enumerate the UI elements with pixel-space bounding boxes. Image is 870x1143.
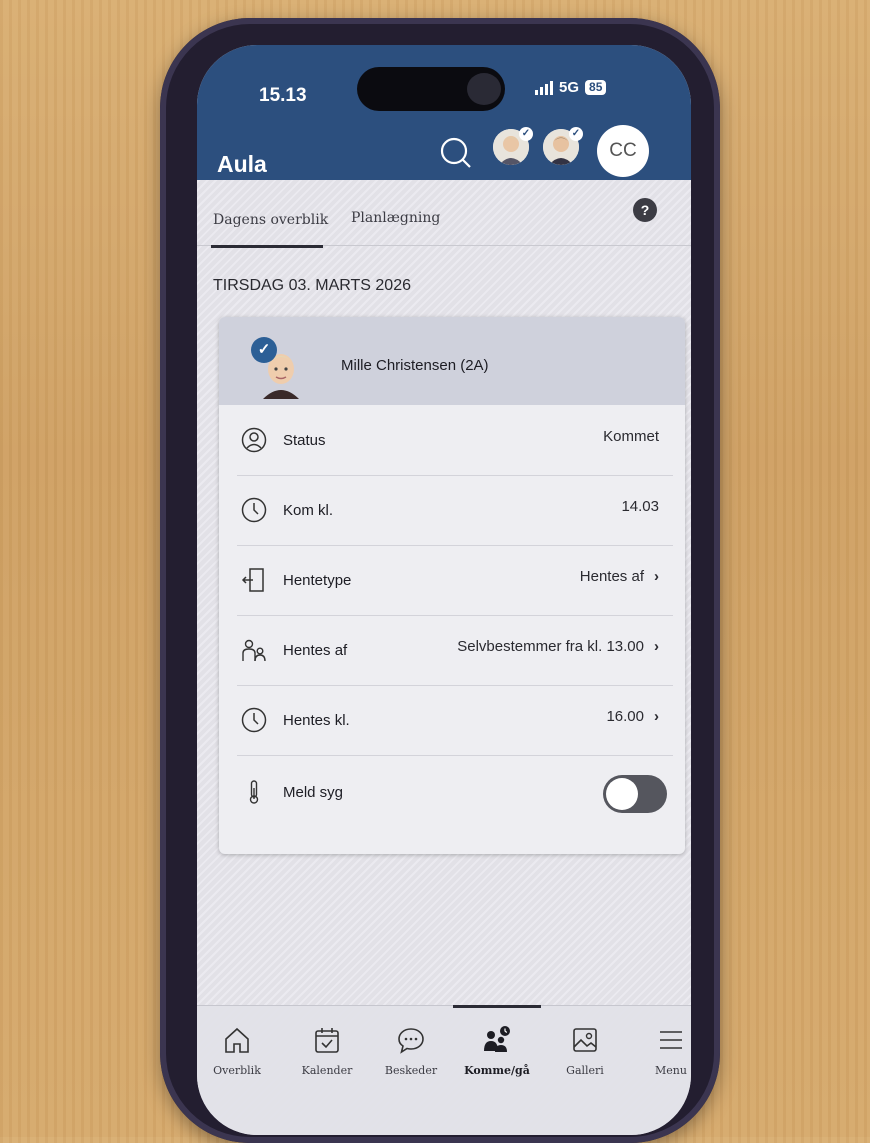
row-label: Kom kl. bbox=[283, 502, 334, 519]
row-label: Hentes af bbox=[283, 642, 348, 659]
status-time: 15.13 bbox=[259, 85, 307, 106]
child-header[interactable]: ✓ Mille Christensen (2A) bbox=[219, 317, 685, 405]
meld-syg-toggle[interactable] bbox=[603, 775, 667, 813]
help-button[interactable]: ? bbox=[633, 198, 657, 222]
nav-label: Galleri bbox=[566, 1064, 604, 1077]
toggle-knob bbox=[606, 778, 638, 810]
menu-icon bbox=[660, 1031, 682, 1049]
home-icon bbox=[225, 1027, 249, 1053]
row-value-with-chevron: Hentes af › bbox=[580, 568, 659, 585]
nav-label: Overblik bbox=[213, 1064, 261, 1077]
tab-planlaegning[interactable]: Planlægning bbox=[351, 210, 440, 226]
calendar-icon bbox=[315, 1028, 339, 1053]
row-value-with-chevron: Selvbestemmer fra kl. 13.00 › bbox=[457, 638, 659, 655]
child-name: Mille Christensen (2A) bbox=[341, 357, 489, 374]
chat-bubble-icon bbox=[398, 1028, 424, 1054]
app-header: 15.13 5G 85 Aula ✓ ✓ CC bbox=[197, 45, 691, 180]
row-meld-syg: Meld syg bbox=[237, 757, 673, 827]
check-badge-icon: ✓ bbox=[519, 127, 533, 141]
checked-in-badge-icon: ✓ bbox=[251, 337, 277, 363]
thermometer-icon bbox=[249, 780, 259, 804]
clock-icon bbox=[241, 497, 267, 523]
people-clock-icon bbox=[484, 1026, 510, 1052]
nav-kalender[interactable]: Kalender bbox=[289, 1025, 365, 1077]
row-hentetype[interactable]: Hentetype Hentes af › bbox=[237, 545, 673, 616]
clock-icon bbox=[241, 707, 267, 733]
row-value: Kommet bbox=[603, 428, 659, 445]
row-label: Hentetype bbox=[283, 572, 352, 589]
search-icon[interactable] bbox=[437, 135, 473, 171]
row-value: Selvbestemmer fra kl. 13.00 bbox=[457, 638, 644, 655]
chevron-right-icon: › bbox=[654, 708, 659, 725]
row-kom-kl: Kom kl. 14.03 bbox=[237, 475, 673, 546]
row-label: Hentes kl. bbox=[283, 712, 350, 729]
active-tab-indicator bbox=[211, 245, 323, 248]
child-status-card: ✓ Mille Christensen (2A) Status Kommet K… bbox=[219, 317, 685, 854]
tab-bar: Dagens overblik Planlægning bbox=[197, 180, 691, 246]
door-exit-icon bbox=[241, 568, 264, 592]
row-hentes-af[interactable]: Hentes af Selvbestemmer fra kl. 13.00 › bbox=[237, 615, 673, 686]
person-circle-icon bbox=[241, 427, 267, 453]
row-value: 14.03 bbox=[621, 498, 659, 515]
signal-icon bbox=[535, 80, 553, 95]
profile-avatar-button[interactable]: CC bbox=[597, 125, 649, 177]
row-value: 16.00 bbox=[606, 708, 644, 725]
row-hentes-kl[interactable]: Hentes kl. 16.00 › bbox=[237, 685, 673, 756]
active-nav-indicator bbox=[453, 1005, 541, 1008]
network-label: 5G bbox=[559, 79, 580, 96]
nav-menu[interactable]: Menu bbox=[633, 1025, 691, 1077]
row-value: Hentes af bbox=[579, 568, 644, 585]
nav-label: Kalender bbox=[301, 1064, 353, 1077]
date-heading: TIRSDAG 03. MARTS 2026 bbox=[213, 277, 411, 294]
chevron-right-icon: › bbox=[654, 638, 659, 655]
row-label: Status bbox=[283, 432, 326, 449]
tab-dagens-overblik[interactable]: Dagens overblik bbox=[213, 212, 328, 228]
image-icon bbox=[573, 1028, 597, 1052]
battery-icon: 85 bbox=[585, 80, 607, 95]
camera-dot bbox=[467, 73, 501, 105]
check-badge-icon: ✓ bbox=[569, 127, 583, 141]
nav-beskeder[interactable]: Beskeder bbox=[373, 1025, 449, 1077]
row-label: Meld syg bbox=[283, 784, 344, 801]
row-status: Status Kommet bbox=[237, 405, 673, 476]
app-title: Aula bbox=[217, 151, 267, 177]
nav-overblik[interactable]: Overblik bbox=[199, 1025, 275, 1077]
chevron-right-icon: › bbox=[654, 568, 659, 585]
nav-label: Komme/gå bbox=[464, 1064, 530, 1077]
nav-galleri[interactable]: Galleri bbox=[547, 1025, 623, 1077]
nav-label: Menu bbox=[655, 1064, 687, 1077]
row-value-with-chevron: 16.00 › bbox=[606, 708, 659, 725]
nav-komme-ga[interactable]: Komme/gå bbox=[459, 1025, 535, 1077]
phone-screen: 15.13 5G 85 Aula ✓ ✓ CC Dagens overblik … bbox=[197, 45, 691, 1135]
nav-label: Beskeder bbox=[384, 1064, 438, 1077]
status-indicators: 5G 85 bbox=[535, 79, 607, 96]
people-icon bbox=[242, 639, 266, 662]
